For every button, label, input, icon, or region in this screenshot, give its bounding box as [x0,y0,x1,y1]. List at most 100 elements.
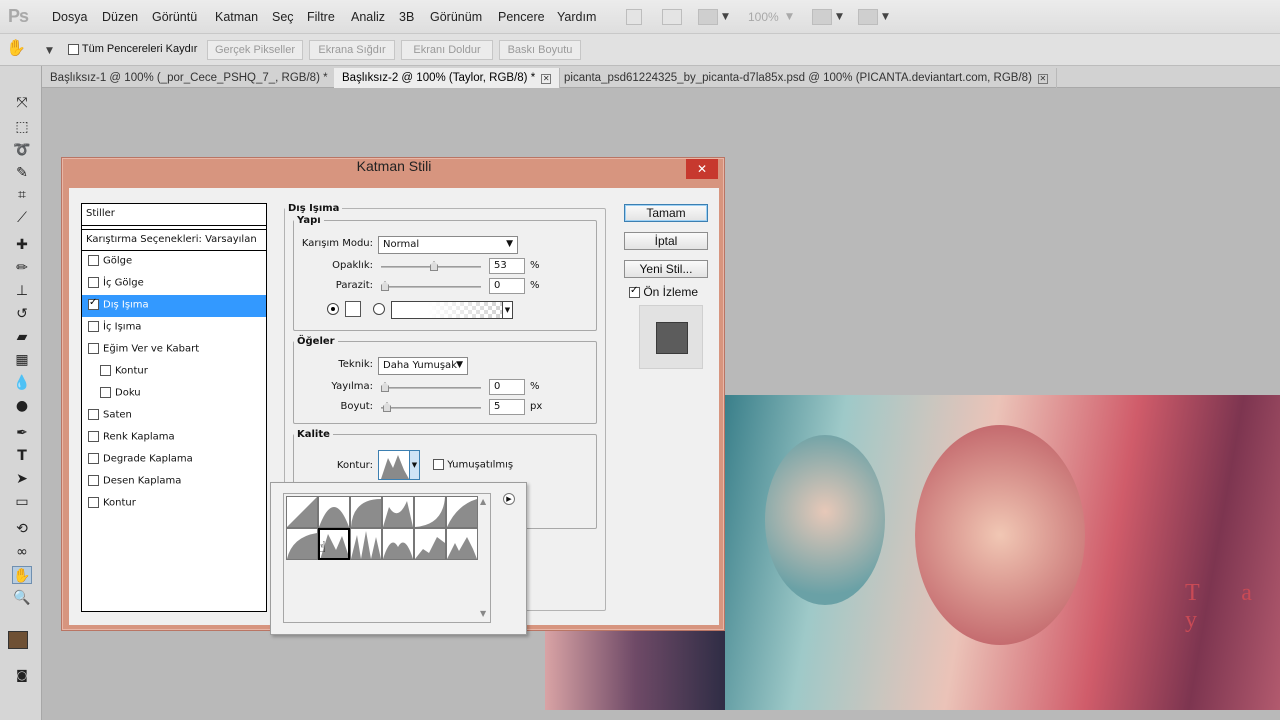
style-item[interactable]: Renk Kaplama [82,427,266,449]
move-tool-icon[interactable]: ⤧ [12,94,32,112]
tab-document-2[interactable]: Başlıksız-2 @ 100% (Taylor, RGB/8) * ✕ [334,68,561,88]
checkbox[interactable] [88,343,99,354]
path-selection-icon[interactable]: ➤ [12,470,32,488]
quick-selection-tool-icon[interactable]: ✎ [12,164,32,182]
3d-rotate-icon[interactable]: ⟲ [12,520,32,538]
close-icon[interactable]: ✕ [1037,74,1048,84]
tab-document-1[interactable]: Başlıksız-1 @ 100% (_por_Cece_PSHQ_7_, R… [42,68,353,88]
foreground-color-swatch[interactable] [8,631,28,649]
checkbox[interactable] [88,497,99,508]
contour-preset[interactable] [350,496,382,528]
ok-button[interactable]: Tamam [624,204,708,222]
actual-pixels-button[interactable]: Gerçek Pikseller [207,40,303,60]
close-icon[interactable]: ✕ [541,74,552,84]
contour-preset[interactable] [318,496,350,528]
glow-color-swatch[interactable] [345,301,361,317]
gradient-picker[interactable]: ▼ [391,301,513,319]
hand-tool-icon[interactable]: ✋ [12,566,32,584]
preview-checkbox[interactable]: Ön İzleme [629,285,698,299]
contour-preset[interactable] [382,528,414,560]
contour-preset[interactable] [414,528,446,560]
menu-4[interactable]: Seç [272,10,294,24]
contour-preset[interactable] [286,496,318,528]
shape-tool-icon[interactable]: ▭ [12,493,32,511]
opacity-input[interactable]: 53 [489,258,525,274]
opacity-slider[interactable] [381,261,481,271]
style-item[interactable]: İç Gölge [82,273,266,295]
zoom-level[interactable]: 100% [748,10,779,24]
brush-tool-icon[interactable]: ✏ [12,259,32,277]
contour-picker[interactable]: ▼ [378,450,420,480]
checkbox[interactable] [433,459,444,470]
arrange-documents-icon[interactable] [812,9,832,25]
checkbox[interactable] [88,321,99,332]
style-item[interactable]: Degrade Kaplama [82,449,266,471]
noise-input[interactable]: 0 [489,278,525,294]
styles-header[interactable]: Stiller [82,204,266,226]
contour-preset[interactable] [286,528,318,560]
menu-5[interactable]: Filtre [307,10,335,24]
checkbox[interactable] [88,453,99,464]
chevron-down-icon[interactable]: ▼ [46,46,53,56]
menu-6[interactable]: Analiz [351,10,385,24]
noise-slider[interactable] [381,281,481,291]
chevron-down-icon[interactable]: ▼ [882,12,889,22]
chevron-down-icon[interactable]: ▼ [722,12,729,22]
scroll-down-icon[interactable]: ▼ [480,609,486,618]
history-brush-icon[interactable]: ↺ [12,305,32,323]
fit-screen-button[interactable]: Ekrana Sığdır [309,40,395,60]
eraser-tool-icon[interactable]: ▰ [12,328,32,346]
checkbox[interactable] [88,431,99,442]
close-icon[interactable]: ✕ [686,159,718,179]
contour-preset[interactable] [446,528,478,560]
menu-8[interactable]: Görünüm [430,10,482,24]
mini-bridge-icon[interactable] [662,9,682,25]
menu-1[interactable]: Düzen [102,10,138,24]
contour-preset[interactable] [382,496,414,528]
contour-preset[interactable] [446,496,478,528]
new-style-button[interactable]: Yeni Stil... [624,260,708,278]
blur-tool-icon[interactable]: 💧 [12,374,32,392]
chevron-down-icon[interactable]: ▼ [836,12,843,22]
checkbox[interactable] [88,475,99,486]
menu-2[interactable]: Görüntü [152,10,197,24]
chevron-down-icon[interactable]: ▼ [409,451,419,479]
checkbox[interactable] [629,285,640,299]
scroll-all-windows-checkbox[interactable]: Tüm Pencereleri Kaydır [68,43,197,55]
spread-slider[interactable] [381,382,481,392]
menu-9[interactable]: Pencere [498,10,545,24]
style-item[interactable]: Saten [82,405,266,427]
marquee-tool-icon[interactable]: ⬚ [12,118,32,136]
print-size-button[interactable]: Baskı Boyutu [499,40,581,60]
healing-brush-icon[interactable]: ✚ [12,236,32,254]
screen-mode-icon[interactable] [858,9,878,25]
popup-menu-icon[interactable]: ▶ [503,493,515,505]
technique-select[interactable]: Daha Yumuşak ▼ [378,357,468,375]
contour-preset[interactable] [350,528,382,560]
view-extras-icon[interactable] [698,9,718,25]
menu-0[interactable]: Dosya [52,10,87,24]
tab-document-3[interactable]: picanta_psd61224325_by_picanta-d7la85x.p… [556,68,1057,88]
checkbox[interactable] [88,255,99,266]
hand-tool-icon[interactable]: ✋ [6,38,26,57]
eyedropper-tool-icon[interactable]: ⟋ [12,209,32,227]
style-item[interactable]: Eğim Ver ve Kabart [82,339,266,361]
menu-7[interactable]: 3B [399,10,414,24]
type-tool-icon[interactable]: T [12,447,32,465]
color-radio[interactable] [327,303,339,315]
blending-options[interactable]: Karıştırma Seçenekleri: Varsayılan [82,229,266,251]
style-item[interactable]: Kontur [82,361,266,383]
chevron-down-icon[interactable]: ▼ [502,302,512,318]
style-item[interactable]: Gölge [82,251,266,273]
anti-aliased-checkbox[interactable]: Yumuşatılmış [433,459,513,471]
checkbox[interactable] [100,387,111,398]
bridge-icon[interactable] [626,9,642,25]
spread-input[interactable]: 0 [489,379,525,395]
stamp-tool-icon[interactable]: ⊥ [12,282,32,300]
menu-10[interactable]: Yardım [557,10,596,24]
style-item[interactable]: Desen Kaplama [82,471,266,493]
crop-tool-icon[interactable]: ⌗ [12,186,32,204]
cancel-button[interactable]: İptal [624,232,708,250]
lasso-tool-icon[interactable]: ➰ [12,141,32,159]
checkbox[interactable] [88,409,99,420]
